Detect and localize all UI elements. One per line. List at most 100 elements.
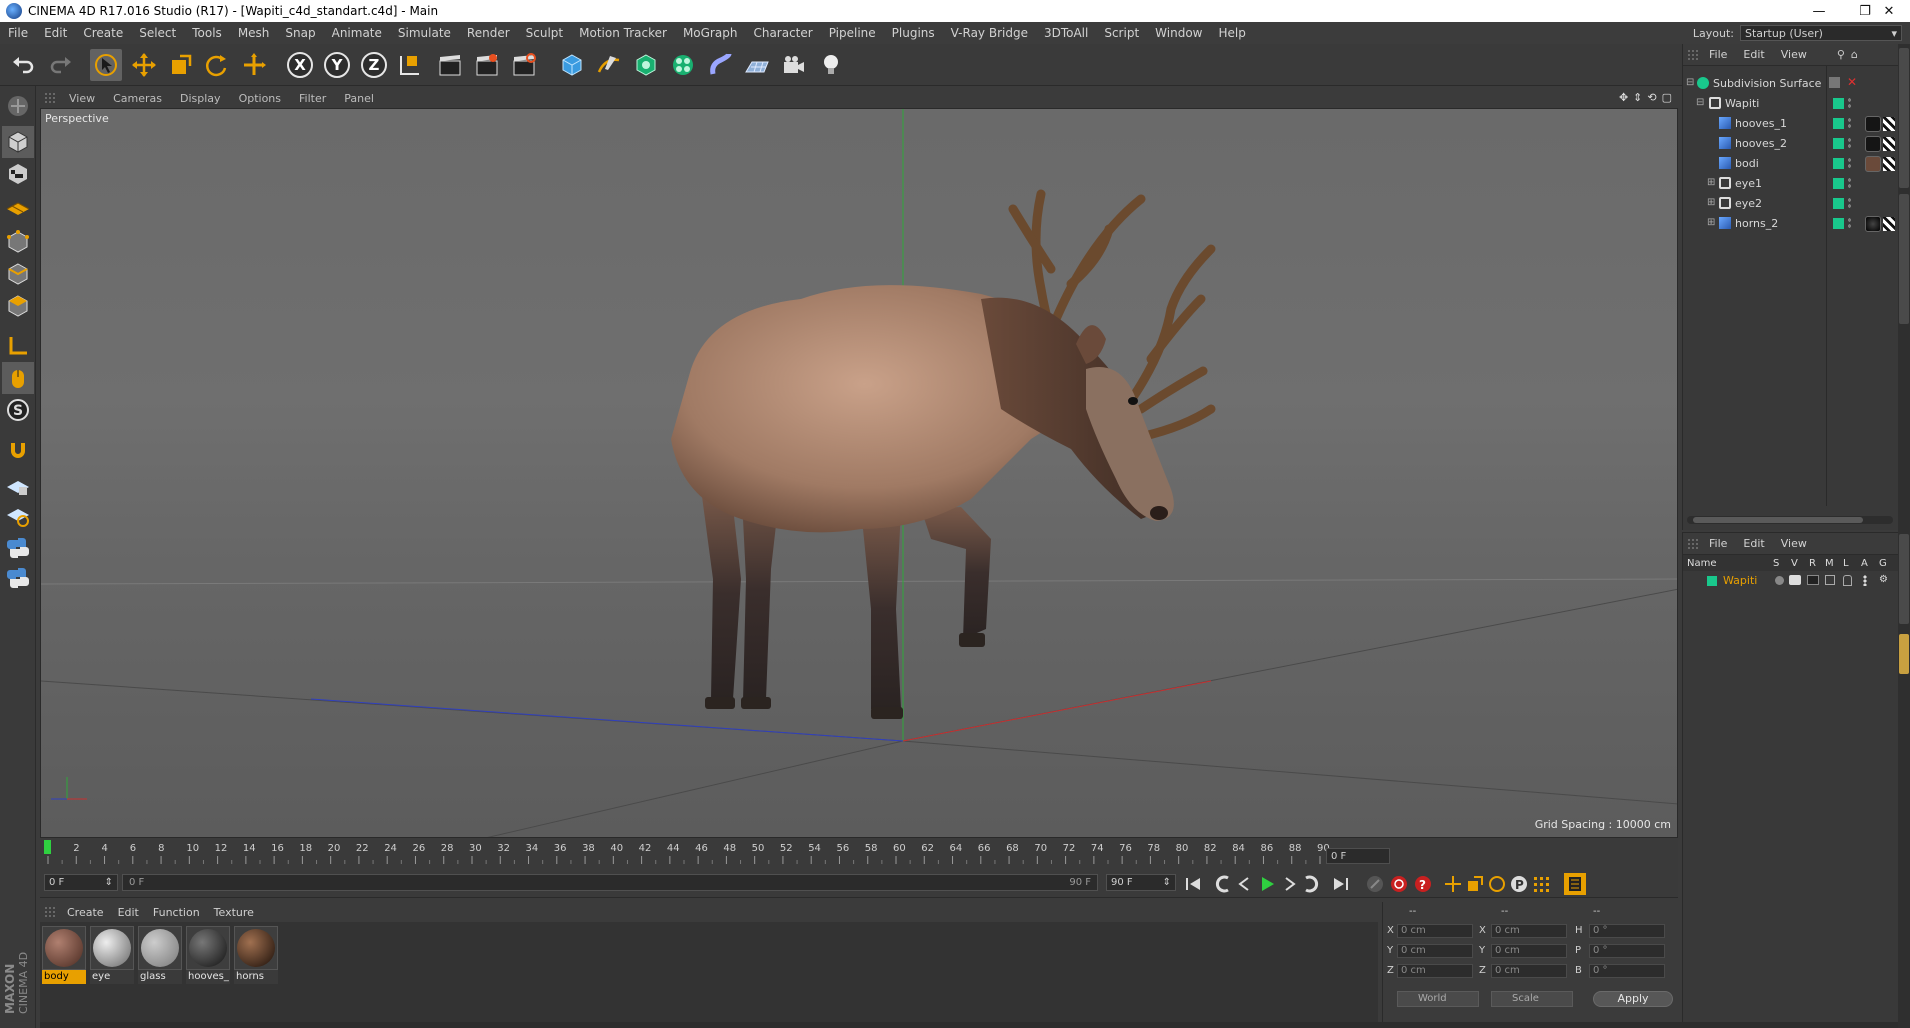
lock-workplane-button[interactable]: [2, 470, 34, 502]
menu-simulate[interactable]: Simulate: [390, 26, 459, 40]
key-scale-button[interactable]: [1464, 873, 1486, 895]
menu-character[interactable]: Character: [745, 26, 820, 40]
texture-tag-icon[interactable]: [1883, 137, 1895, 151]
layer-color-indicator[interactable]: [1833, 138, 1844, 149]
lm-menu-view[interactable]: View: [1773, 537, 1815, 550]
material-tag-icon[interactable]: [1865, 156, 1881, 172]
material-tag-icon[interactable]: [1865, 216, 1881, 232]
add-deformer-button[interactable]: [704, 49, 736, 81]
move-button[interactable]: [128, 49, 160, 81]
viewport-menu-panel[interactable]: Panel: [335, 92, 383, 105]
add-camera-button[interactable]: [778, 49, 810, 81]
layer-row-wapiti[interactable]: Wapiti ⚙: [1683, 573, 1899, 589]
render-view-button[interactable]: [434, 49, 466, 81]
rotate-button[interactable]: [200, 49, 232, 81]
enable-axis-button[interactable]: [2, 330, 34, 362]
coordinate-space-dropdown[interactable]: World: [1397, 991, 1479, 1007]
expand-icon[interactable]: ⊞: [1707, 197, 1715, 208]
menu-edit[interactable]: Edit: [36, 26, 75, 40]
menu-plugins[interactable]: Plugins: [884, 26, 943, 40]
animation-icon[interactable]: [1863, 575, 1867, 586]
horizontal-scrollbar[interactable]: [1687, 516, 1893, 524]
material-eye[interactable]: eye: [90, 926, 134, 988]
visibility-dots[interactable]: [1847, 217, 1852, 230]
python-script-button[interactable]: [2, 532, 34, 564]
coordinate-system-button[interactable]: [394, 49, 426, 81]
om-menu-edit[interactable]: Edit: [1735, 48, 1772, 61]
previous-key-button[interactable]: [1212, 873, 1234, 895]
object-row-eye1[interactable]: ⊞ eye1: [1683, 174, 1899, 194]
size-mode-dropdown[interactable]: Scale: [1491, 991, 1573, 1007]
x-axis-lock-button[interactable]: X: [285, 50, 315, 80]
workplane-mode-button[interactable]: [2, 190, 34, 222]
visibility-dots[interactable]: [1847, 117, 1852, 130]
layer-color-swatch[interactable]: [1707, 576, 1717, 586]
solo-icon[interactable]: [1775, 576, 1784, 585]
menu-motion-tracker[interactable]: Motion Tracker: [571, 26, 675, 40]
polygons-mode-button[interactable]: [2, 290, 34, 322]
lm-menu-edit[interactable]: Edit: [1735, 537, 1772, 550]
model-mode-button[interactable]: [2, 126, 34, 158]
next-key-button[interactable]: [1300, 873, 1322, 895]
maximize-icon[interactable]: ▢: [1662, 91, 1672, 104]
generator-icon[interactable]: ⚙: [1879, 574, 1888, 585]
rotation-b-field[interactable]: 0 °: [1589, 964, 1665, 978]
tweak-mode-button[interactable]: [2, 362, 34, 394]
menu-tools[interactable]: Tools: [184, 26, 230, 40]
visibility-dots[interactable]: [1847, 97, 1852, 110]
collapse-icon[interactable]: ⊟: [1696, 97, 1704, 108]
render-settings-button[interactable]: [508, 49, 540, 81]
collapse-icon[interactable]: ⊟: [1686, 77, 1694, 88]
key-rotation-button[interactable]: [1486, 873, 1508, 895]
menu-render[interactable]: Render: [459, 26, 518, 40]
object-row-wapiti[interactable]: ⊟ Wapiti: [1683, 94, 1899, 114]
record-keys-button[interactable]: [1364, 873, 1386, 895]
key-parameter-button[interactable]: P: [1508, 873, 1530, 895]
end-frame-field[interactable]: 90 F ⇕: [1106, 874, 1176, 891]
object-row-eye2[interactable]: ⊞ eye2: [1683, 194, 1899, 214]
layer-color-indicator[interactable]: [1833, 118, 1844, 129]
menu-help[interactable]: Help: [1210, 26, 1253, 40]
tab-layers[interactable]: [1899, 634, 1909, 674]
viewport-menu-options[interactable]: Options: [230, 92, 290, 105]
layer-color-indicator[interactable]: [1833, 158, 1844, 169]
visibility-dots[interactable]: [1847, 157, 1852, 170]
add-spline-pen-button[interactable]: [593, 49, 625, 81]
menu-file[interactable]: File: [0, 26, 36, 40]
play-button[interactable]: [1256, 873, 1278, 895]
z-axis-lock-button[interactable]: Z: [359, 50, 389, 80]
visibility-dots[interactable]: [1847, 137, 1852, 150]
menu-snap[interactable]: Snap: [277, 26, 323, 40]
scrollbar-thumb[interactable]: [1693, 517, 1863, 523]
texture-mode-button[interactable]: [2, 158, 34, 190]
go-to-end-button[interactable]: [1330, 873, 1352, 895]
lm-menu-file[interactable]: File: [1701, 537, 1735, 550]
start-frame-field[interactable]: 0 F ⇕: [44, 874, 118, 891]
expand-icon[interactable]: ⊞: [1707, 217, 1715, 228]
layer-color-indicator[interactable]: [1833, 198, 1844, 209]
material-hooves[interactable]: hooves_: [186, 926, 230, 988]
apply-button[interactable]: Apply: [1593, 991, 1673, 1007]
object-row-hooves-2[interactable]: hooves_2: [1683, 134, 1899, 154]
material-menu-texture[interactable]: Texture: [207, 906, 261, 919]
current-frame-field[interactable]: 0 F: [1326, 848, 1390, 864]
tab-objects[interactable]: [1899, 48, 1909, 188]
snap-button[interactable]: S: [2, 394, 34, 426]
edges-mode-button[interactable]: [2, 258, 34, 290]
playhead-marker[interactable]: [44, 840, 51, 854]
add-light-button[interactable]: [815, 49, 847, 81]
live-selection-button[interactable]: [90, 49, 122, 81]
enable-checkbox[interactable]: [1829, 77, 1840, 88]
size-y-field[interactable]: 0 cm: [1491, 944, 1567, 958]
material-horns[interactable]: horns: [234, 926, 278, 988]
disabled-x-icon[interactable]: ✕: [1847, 75, 1857, 89]
autokeying-button[interactable]: ?: [1412, 873, 1434, 895]
close-icon[interactable]: ✕: [1866, 0, 1910, 22]
texture-tag-icon[interactable]: [1883, 157, 1895, 171]
preview-range-slider[interactable]: 0 F 90 F: [122, 874, 1098, 891]
dolly-icon[interactable]: ⇕: [1633, 91, 1642, 104]
expand-icon[interactable]: ⊞: [1707, 177, 1715, 188]
home-icon[interactable]: ⌂: [1851, 48, 1858, 61]
layer-color-indicator[interactable]: [1833, 178, 1844, 189]
viewport-menu-display[interactable]: Display: [171, 92, 230, 105]
